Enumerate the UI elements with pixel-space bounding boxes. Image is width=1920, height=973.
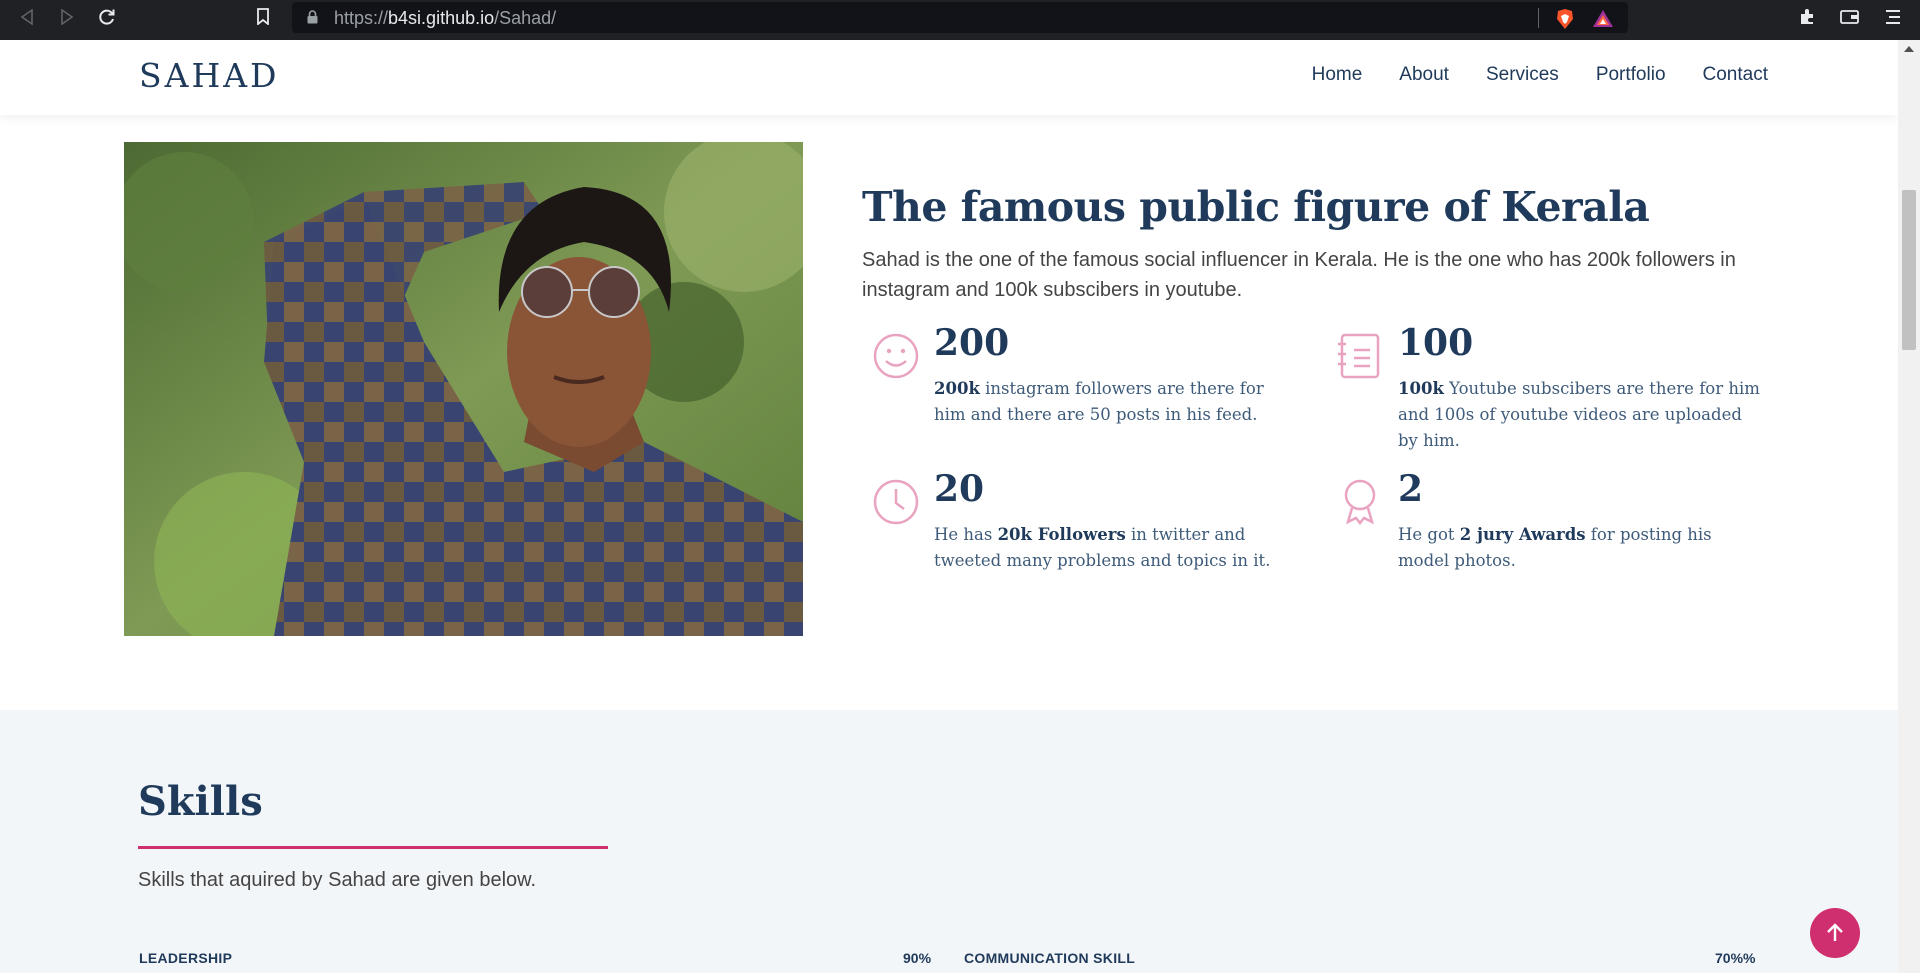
stat-description: 100k Youtube subscibers are there for hi…	[1398, 379, 1760, 450]
stat-number: 2	[1398, 468, 1424, 510]
address-bar[interactable]: https://b4si.github.io/Sahad/	[292, 2, 1628, 33]
address-divider	[1538, 8, 1539, 28]
scrollbar-thumb[interactable]	[1902, 190, 1916, 350]
nav-home[interactable]: Home	[1312, 64, 1363, 86]
skills-title: Skills	[138, 778, 263, 825]
award-icon	[1336, 478, 1384, 526]
extensions-icon[interactable]	[1792, 0, 1822, 33]
document-chart-icon	[1336, 332, 1384, 380]
stat-number: 100	[1398, 322, 1474, 364]
skills-subtitle: Skills that aquired by Sahad are given b…	[138, 869, 537, 891]
page-scrollbar[interactable]	[1898, 40, 1920, 973]
brave-shield-icon[interactable]	[1554, 8, 1576, 30]
lock-icon[interactable]	[307, 10, 318, 24]
stat-description: 200k instagram followers are there for h…	[934, 379, 1264, 424]
arrow-up-icon	[1827, 923, 1843, 941]
stat-number: 200	[934, 322, 1010, 364]
forward-icon[interactable]	[52, 0, 82, 33]
skills-underline	[138, 846, 608, 849]
brave-rewards-icon[interactable]	[1592, 8, 1614, 30]
back-icon[interactable]	[12, 0, 42, 33]
skills-section	[0, 710, 1898, 973]
skill-percent-leadership: 90%	[903, 950, 932, 966]
nav-services[interactable]: Services	[1486, 64, 1559, 86]
smiley-icon	[872, 332, 920, 380]
nav-portfolio[interactable]: Portfolio	[1596, 64, 1666, 86]
nav-about[interactable]: About	[1399, 64, 1449, 86]
browser-toolbar: https://b4si.github.io/Sahad/	[0, 0, 1920, 40]
about-lead: Sahad is the one of the famous social in…	[862, 249, 1736, 301]
skill-name-communication: COMMUNICATION SKILL	[964, 950, 1136, 966]
page-viewport: SAHAD Home About Services Portfolio Cont…	[0, 40, 1898, 973]
menu-icon[interactable]	[1878, 0, 1908, 33]
main-nav: Home About Services Portfolio Contact	[1312, 64, 1768, 86]
skill-name-leadership: LEADERSHIP	[139, 950, 233, 966]
wallet-icon[interactable]	[1834, 0, 1864, 33]
about-title: The famous public figure of Kerala	[862, 183, 1650, 231]
bookmark-icon[interactable]	[248, 0, 278, 33]
stat-description: He has 20k Followers in twitter and twee…	[934, 525, 1271, 570]
stat-number: 20	[934, 468, 985, 510]
clock-icon	[872, 478, 920, 526]
site-logo[interactable]: SAHAD	[139, 56, 280, 95]
nav-contact[interactable]: Contact	[1703, 64, 1768, 86]
scroll-up-arrow-icon[interactable]	[1904, 46, 1914, 52]
reload-icon[interactable]	[92, 0, 122, 33]
url-text[interactable]: https://b4si.github.io/Sahad/	[334, 8, 556, 29]
site-header: SAHAD Home About Services Portfolio Cont…	[0, 40, 1898, 115]
back-to-top-button[interactable]	[1810, 908, 1860, 958]
profile-photo	[124, 142, 803, 636]
skill-percent-communication: 70%%	[1715, 950, 1756, 966]
stat-description: He got 2 jury Awards for posting his mod…	[1398, 525, 1712, 570]
